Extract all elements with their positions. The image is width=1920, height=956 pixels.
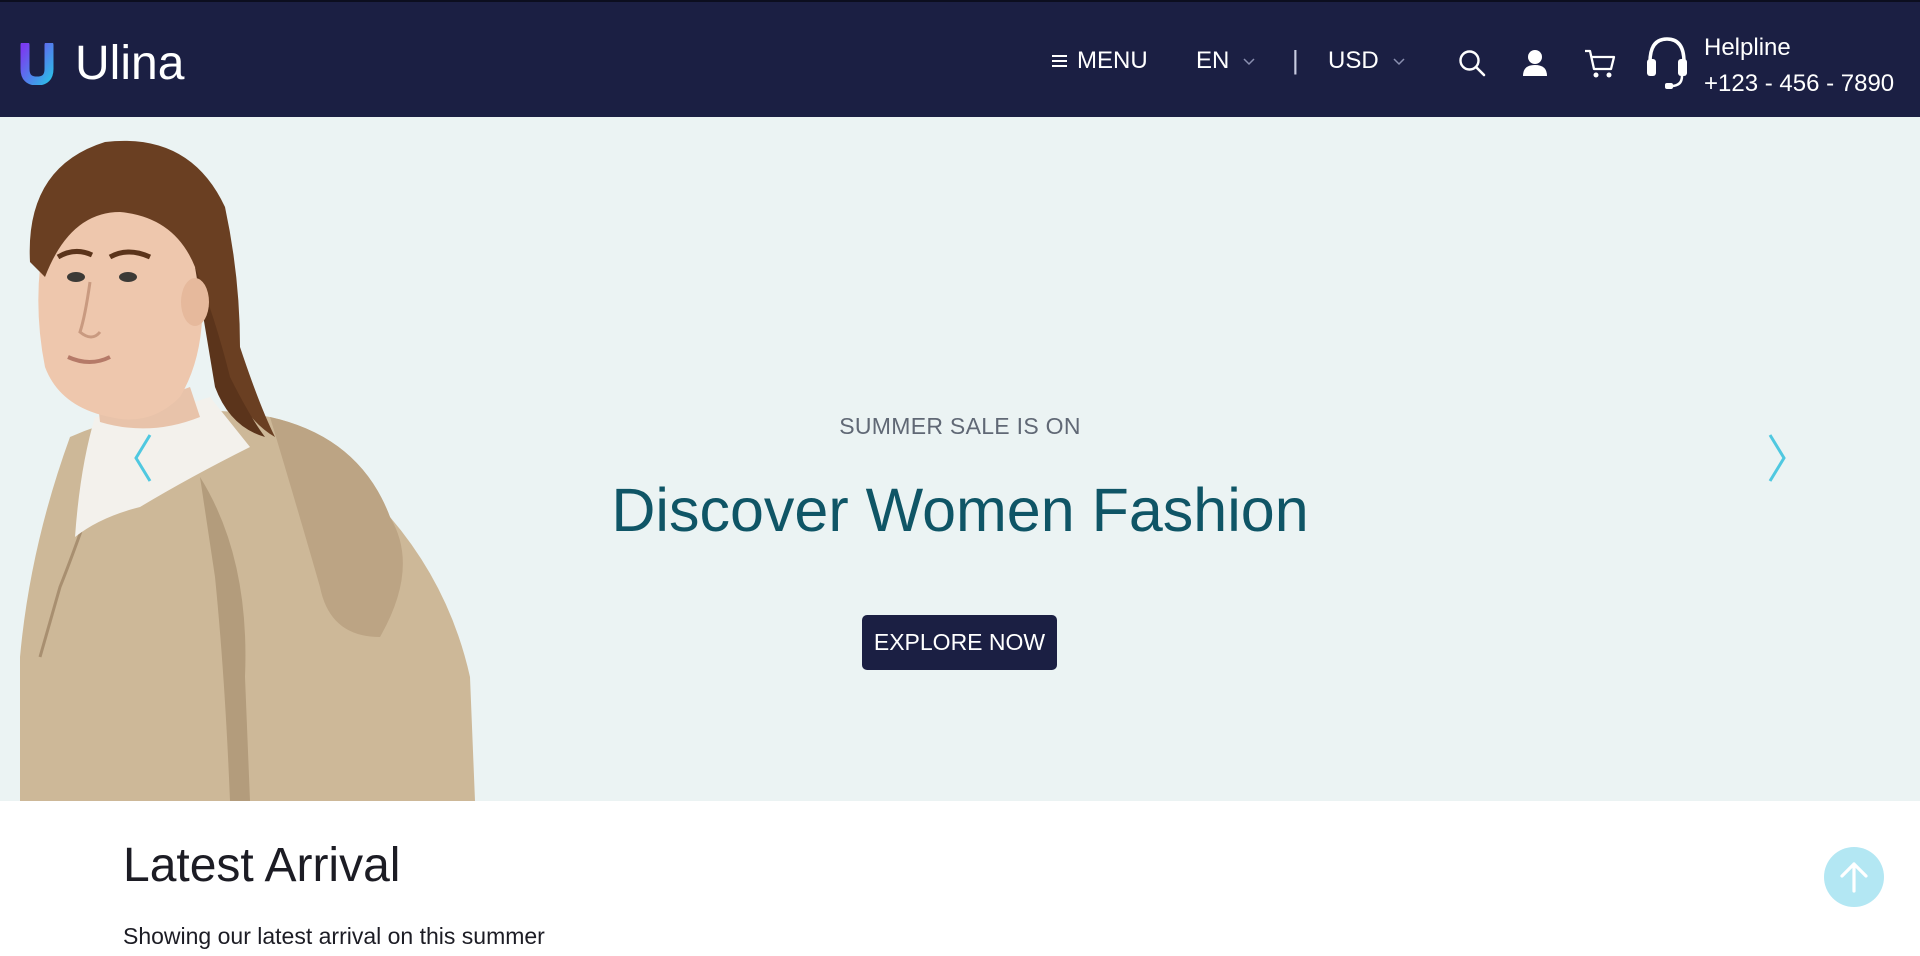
helpline-label: Helpline (1704, 34, 1791, 61)
arrow-up-icon (1840, 862, 1868, 893)
logo-icon (20, 43, 54, 85)
scroll-to-top-button[interactable] (1824, 847, 1884, 907)
language-value: EN (1196, 46, 1230, 74)
chevron-down-icon (1243, 57, 1255, 65)
brand-logo[interactable]: Ulina (20, 40, 184, 88)
currency-select[interactable]: USD (1328, 2, 1405, 119)
search-icon[interactable] (1458, 49, 1486, 77)
language-select[interactable]: EN (1196, 2, 1255, 119)
site-header: Ulina MENU EN | USD Helpline +123 - 456 … (0, 0, 1920, 117)
brand-name: Ulina (75, 37, 185, 90)
currency-value: USD (1328, 46, 1379, 74)
hero-subtitle: SUMMER SALE IS ON (839, 413, 1081, 439)
menu-icon (1052, 54, 1067, 67)
explore-now-button[interactable]: EXPLORE NOW (862, 615, 1057, 670)
helpline: Helpline +123 - 456 - 7890 (1645, 30, 1894, 102)
menu-label: MENU (1077, 46, 1148, 74)
hero-title: Discover Women Fashion (611, 476, 1309, 544)
section-title: Latest Arrival (123, 839, 401, 892)
section-subtitle: Showing our latest arrival on this summe… (123, 923, 545, 949)
chevron-down-icon (1393, 57, 1405, 65)
hero-banner: SUMMER SALE IS ON Discover Women Fashion… (0, 117, 1920, 801)
cart-icon[interactable] (1584, 48, 1616, 80)
headset-icon (1647, 37, 1687, 89)
header-divider: | (1292, 45, 1299, 75)
helpline-number[interactable]: +123 - 456 - 7890 (1704, 66, 1894, 102)
hero-model-image (20, 140, 475, 801)
menu-button[interactable]: MENU (1052, 2, 1148, 119)
user-icon[interactable] (1522, 49, 1548, 77)
